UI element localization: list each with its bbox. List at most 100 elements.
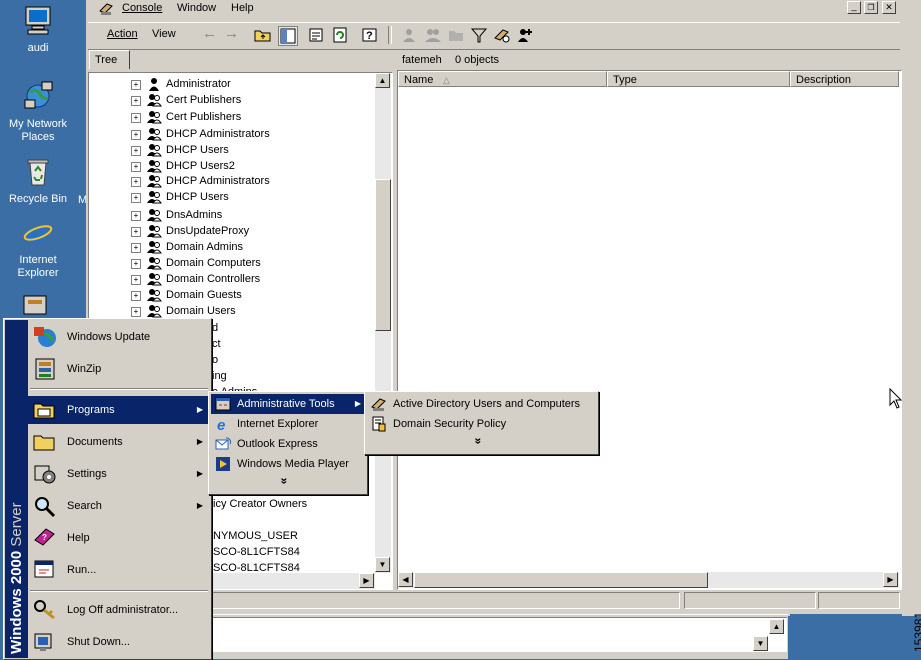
menu-item-winzip[interactable]: WinZip [28,355,208,383]
column-name[interactable]: Name △ [398,71,607,87]
find-icon[interactable] [493,26,511,44]
expand-plus-icon[interactable]: + [131,113,141,123]
admin-more-chevron-icon[interactable]: » [471,438,485,445]
scroll-right-button[interactable]: ▶ [359,573,374,588]
expand-plus-icon[interactable]: + [131,291,141,301]
column-type[interactable]: Type [607,71,790,87]
programs-menu: Administrative Tools ▶ e Internet Explor… [208,391,368,495]
properties-icon[interactable] [307,26,325,44]
tree-vscroll[interactable]: ▲ ▼ [375,73,391,573]
filter-icon[interactable] [470,26,488,44]
menu-console[interactable]: Console [122,2,162,14]
view-menu[interactable]: View [152,28,176,40]
column-name-label: Name [404,74,434,86]
action-menu[interactable]: Action [107,28,138,40]
recycle-bin-icon [27,159,49,186]
programs-item-admin-tools[interactable]: Administrative Tools ▶ [211,394,365,414]
desktop-icon-internet-explorer[interactable]: e Internet Explorer [0,216,76,280]
expand-plus-icon[interactable]: + [131,307,141,317]
scroll-down-button[interactable]: ▼ [375,557,390,572]
expand-plus-icon[interactable]: + [131,259,141,269]
forward-arrow-icon[interactable]: → [224,25,239,42]
tree-item[interactable]: + DHCP Users [89,142,374,158]
bottom-scroll-down-button[interactable]: ▼ [753,636,768,651]
show-tree-icon[interactable] [278,26,298,46]
programs-more-chevron-icon[interactable]: » [277,478,291,485]
menu-item-shut-down[interactable]: Shut Down... [28,628,209,656]
toolbar-separator [388,26,392,44]
programs-item-outlook-express[interactable]: Outlook Express [211,434,365,454]
list-scroll-left-button[interactable]: ◀ [398,572,413,587]
expand-plus-icon[interactable]: + [131,227,141,237]
expand-plus-icon[interactable]: + [131,275,141,285]
close-button[interactable]: ✕ [882,1,896,14]
menu-item-search[interactable]: Search ▶ [28,492,209,520]
search-icon [35,497,56,518]
back-arrow-icon[interactable]: ← [202,25,217,42]
programs-item-media-player[interactable]: Windows Media Player [211,454,365,474]
help-icon[interactable]: ? [361,26,379,44]
programs-item-internet-explorer[interactable]: e Internet Explorer [211,414,365,434]
expand-plus-icon[interactable]: + [131,193,141,203]
expand-plus-icon[interactable]: + [131,130,141,140]
new-ou-icon[interactable] [447,26,465,44]
bottom-scroll-up-button[interactable]: ▲ [769,619,784,634]
up-folder-icon[interactable] [254,26,272,44]
tree-item[interactable]: + Cert Publishers [89,109,374,125]
menu-item-log-off[interactable]: Log Off administrator... [28,596,209,624]
tree-item[interactable]: + DHCP Administrators [89,126,374,142]
menu-help[interactable]: Help [231,2,254,14]
tree-item[interactable]: + Domain Controllers [89,271,374,287]
menu-item-documents[interactable]: Documents ▶ [28,428,209,456]
column-description-label: Description [796,74,852,86]
tree-item[interactable]: + DHCP Administrators [89,173,374,189]
admin-item-ad-users-computers[interactable]: Active Directory Users and Computers [367,394,596,414]
desktop-icon-recycle-bin[interactable]: Recycle Bin [0,155,76,206]
menu-item-windows-update[interactable]: Windows Update [28,323,208,351]
add-to-group-icon[interactable] [516,26,534,44]
scroll-thumb[interactable] [375,179,391,331]
tree-item[interactable]: + DHCP Users2 [89,158,374,174]
menu-item-programs[interactable]: Programs ▶ [28,396,209,424]
column-description[interactable]: Description [790,71,899,87]
expand-plus-icon[interactable]: + [131,211,141,221]
desktop-icon-network-places[interactable]: My Network Places [0,80,76,144]
restore-button[interactable]: ❐ [864,1,878,14]
list-hscroll[interactable]: ◀ ▶ [398,572,899,588]
new-group-icon[interactable] [424,26,442,44]
tree-item[interactable]: + Domain Users [89,303,374,319]
tree-item[interactable]: + Cert Publishers [89,92,374,108]
expand-plus-icon[interactable]: + [131,177,141,187]
svg-text:?: ? [42,533,47,542]
tree-item[interactable]: + DHCP Users [89,189,374,205]
expand-plus-icon[interactable]: + [131,162,141,172]
expand-plus-icon[interactable]: + [131,243,141,253]
minimize-button[interactable]: _ [847,1,861,14]
admin-item-domain-security-policy[interactable]: Domain Security Policy [367,414,596,434]
scroll-up-button[interactable]: ▲ [375,73,390,88]
column-type-label: Type [613,74,637,86]
refresh-icon[interactable] [331,26,349,44]
expand-plus-icon[interactable]: + [131,80,141,90]
desktop-icon-label: My Network Places [8,118,68,143]
menu-item-settings[interactable]: Settings ▶ [28,460,209,488]
tree-item[interactable]: + DnsAdmins [89,207,374,223]
bottom-input[interactable]: ▲ ▼ [210,617,787,652]
desktop-icon-computer[interactable]: audi [0,4,76,55]
group-icon [146,256,162,270]
tree-item[interactable]: + Domain Computers [89,255,374,271]
menu-item-run[interactable]: Run... [28,556,209,584]
list-scroll-right-button[interactable]: ▶ [883,572,898,587]
menu-window[interactable]: Window [177,2,216,14]
list-scroll-thumb[interactable] [414,572,708,588]
expand-plus-icon[interactable]: + [131,146,141,156]
tree-item[interactable]: + Administrator [89,76,374,92]
tree-item[interactable]: + Domain Guests [89,287,374,303]
figure-id: 153981 [912,611,921,652]
tree-item[interactable]: + Domain Admins [89,239,374,255]
tree-item[interactable]: + DnsUpdateProxy [89,223,374,239]
menu-item-help[interactable]: ? Help [28,524,209,552]
tab-tree[interactable]: Tree [89,50,130,69]
new-user-icon[interactable] [400,26,418,44]
expand-plus-icon[interactable]: + [131,96,141,106]
